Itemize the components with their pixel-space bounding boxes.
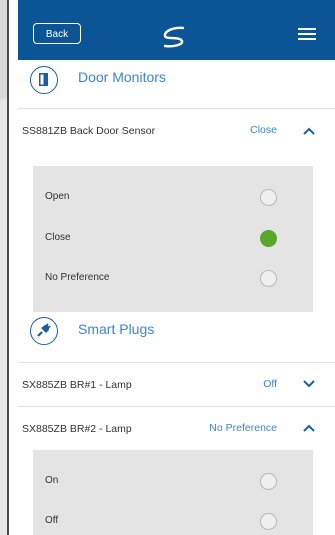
plug-icon [30, 317, 58, 345]
chevron-down-icon[interactable] [303, 380, 315, 388]
section-title-door-monitors: Door Monitors [78, 69, 166, 85]
back-button[interactable]: Back [33, 23, 81, 44]
device-value: Off [263, 378, 277, 390]
device-row-br1-lamp[interactable]: SX885ZB BR#1 - Lamp Off [18, 362, 335, 406]
chevron-up-icon[interactable] [303, 127, 315, 135]
device-row-back-door-sensor[interactable]: SS881ZB Back Door Sensor Close [18, 108, 335, 166]
device-name: SX885ZB BR#2 - Lamp [22, 423, 132, 435]
radio-on[interactable] [260, 473, 277, 490]
radio-close[interactable] [260, 230, 277, 247]
device-name: SS881ZB Back Door Sensor [22, 125, 156, 137]
door-sensor-options: Open Close No Preference [33, 166, 313, 312]
option-label-on: On [45, 475, 59, 486]
door-icon [30, 66, 58, 94]
option-label-no-preference: No Preference [45, 272, 110, 283]
left-edge-line [7, 0, 9, 535]
chevron-up-icon[interactable] [303, 424, 315, 432]
option-label-open: Open [45, 191, 70, 202]
app-screen: Back Door Monitors SS881ZB Back Door Sen… [18, 0, 335, 535]
top-bar: Back [18, 0, 335, 60]
brand-logo-icon [163, 26, 185, 48]
device-row-br2-lamp[interactable]: SX885ZB BR#2 - Lamp No Preference [18, 406, 335, 450]
device-value: No Preference [209, 422, 277, 434]
section-title-smart-plugs: Smart Plugs [78, 321, 155, 337]
radio-no-preference[interactable] [260, 270, 277, 287]
br2-lamp-options: On Off [33, 450, 313, 535]
option-label-close: Close [45, 232, 71, 243]
door-monitors-header: Door Monitors [18, 60, 335, 108]
radio-open[interactable] [260, 189, 277, 206]
device-name: SX885ZB BR#1 - Lamp [22, 379, 132, 391]
device-value: Close [250, 124, 277, 136]
hamburger-menu-icon[interactable] [298, 28, 316, 40]
option-label-off: Off [45, 515, 59, 526]
smart-plugs-header: Smart Plugs [18, 312, 335, 362]
radio-off[interactable] [260, 513, 277, 530]
